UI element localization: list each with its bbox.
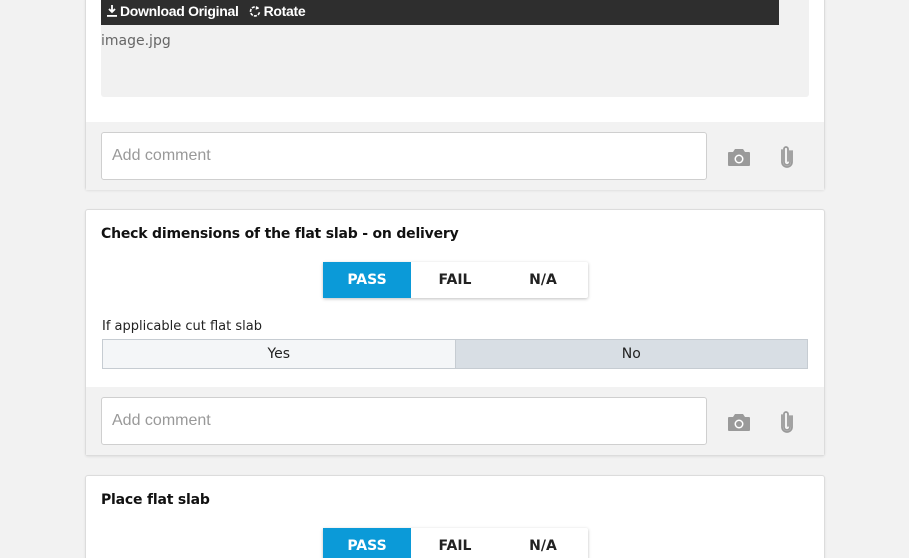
question-title: Place flat slab xyxy=(101,492,210,508)
attachment-card: Download Original Rotate image.jpg xyxy=(85,0,825,190)
comment-bar xyxy=(86,387,824,455)
question-title: Check dimensions of the flat slab - on d… xyxy=(101,226,459,242)
attach-button[interactable] xyxy=(774,409,800,435)
inspection-item-card: Place flat slab PASS FAIL N/A xyxy=(85,475,825,558)
pass-button[interactable]: PASS xyxy=(323,262,411,298)
download-original-label: Download Original xyxy=(120,3,239,19)
inspection-item-card: Check dimensions of the flat slab - on d… xyxy=(85,209,825,456)
camera-icon xyxy=(728,149,750,166)
rotate-label: Rotate xyxy=(263,3,306,19)
rotate-icon xyxy=(249,6,260,17)
download-original-button[interactable]: Download Original xyxy=(107,3,239,19)
no-button[interactable]: No xyxy=(454,339,808,369)
attachment-filename: image.jpg xyxy=(101,33,171,49)
download-icon xyxy=(107,5,117,17)
na-button[interactable]: N/A xyxy=(499,262,587,298)
attach-button[interactable] xyxy=(774,144,800,170)
na-button[interactable]: N/A xyxy=(499,528,587,558)
comment-bar xyxy=(86,122,824,190)
comment-input[interactable] xyxy=(101,397,707,445)
yes-no-toggle: Yes No xyxy=(102,339,808,369)
camera-button[interactable] xyxy=(726,144,752,170)
camera-icon xyxy=(728,414,750,431)
image-toolbar: Download Original Rotate xyxy=(101,0,779,25)
fail-button[interactable]: FAIL xyxy=(411,528,499,558)
sub-question-label: If applicable cut flat slab xyxy=(102,319,262,334)
camera-button[interactable] xyxy=(726,409,752,435)
rotate-button[interactable]: Rotate xyxy=(249,3,306,19)
yes-button[interactable]: Yes xyxy=(102,339,455,369)
pass-fail-na-group: PASS FAIL N/A xyxy=(323,528,588,558)
paperclip-icon xyxy=(781,146,793,168)
pass-fail-na-group: PASS FAIL N/A xyxy=(323,262,588,298)
fail-button[interactable]: FAIL xyxy=(411,262,499,298)
comment-input[interactable] xyxy=(101,132,707,180)
paperclip-icon xyxy=(781,411,793,433)
pass-button[interactable]: PASS xyxy=(323,528,411,558)
